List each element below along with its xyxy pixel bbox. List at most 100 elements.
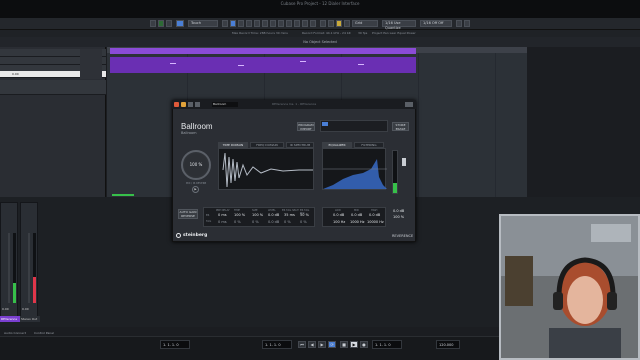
read-automation-icon[interactable] [188, 102, 193, 107]
scroll-indicator[interactable] [112, 194, 134, 196]
left-locator-display[interactable]: 1. 1. 1. 0 [160, 340, 190, 349]
auto-scroll-icon[interactable] [320, 20, 326, 27]
er-label: ER [206, 214, 210, 217]
param-b-value[interactable]: 0 ms [218, 220, 227, 224]
eq-high-gain[interactable]: 0.0 dB [369, 213, 380, 217]
eq-spectrum [323, 159, 387, 189]
write-automation-icon[interactable] [195, 102, 200, 107]
quantize-settings-icon[interactable] [456, 20, 462, 27]
inspector-row[interactable] [0, 87, 106, 95]
rewind-icon[interactable]: ◀ [308, 341, 316, 348]
play-mini-button[interactable] [158, 20, 164, 27]
tool-draw-icon[interactable] [286, 20, 292, 27]
right-locator-display[interactable]: 1. 1. 1. 0 [372, 340, 402, 349]
tool-play-icon[interactable] [302, 20, 308, 27]
auto-gain-button[interactable]: AUTO GAIN REVERSE [178, 209, 198, 219]
channel-fader[interactable] [28, 233, 30, 303]
size-value[interactable]: 100 % [252, 213, 263, 217]
midi-event[interactable] [110, 57, 416, 73]
output-fader-handle[interactable] [402, 158, 406, 166]
tool-zoom-icon[interactable] [262, 20, 268, 27]
level-value[interactable]: 0.0 dB [268, 213, 279, 217]
channel-fader[interactable] [8, 233, 10, 303]
preset-subtitle: Ballroom [181, 131, 197, 135]
midi-note [238, 65, 244, 66]
preset-field[interactable]: Ballroom [212, 102, 238, 107]
go-to-start-icon[interactable]: ⏮ [298, 341, 306, 348]
grid-type-select[interactable]: Grid [352, 20, 378, 27]
channel-value: 0.00 [2, 307, 9, 311]
audio-connect-label[interactable]: Audio Connect [4, 331, 26, 335]
eq-mid-freq[interactable]: 1000 Hz [350, 220, 365, 224]
program-slot-active[interactable] [322, 122, 328, 126]
quantize-select[interactable]: 1/16 Use Quantize [382, 20, 416, 30]
cycle-icon[interactable]: ⟳ [328, 341, 336, 348]
activate-project-button[interactable] [150, 20, 156, 27]
play-icon[interactable]: ▶ [350, 341, 358, 348]
grid-line [495, 53, 496, 197]
param-b-value[interactable]: 0 % [300, 220, 307, 224]
mix-knob[interactable]: 100 % [181, 150, 211, 180]
tool-range-icon[interactable] [230, 20, 236, 27]
forward-icon[interactable]: ▶ [318, 341, 326, 348]
eq-mid-gain[interactable]: 0.0 dB [351, 213, 362, 217]
play-ir-button[interactable]: ▶ [192, 186, 199, 193]
eq-low-gain[interactable]: 0.0 dB [333, 213, 344, 217]
color-icon[interactable] [464, 20, 470, 27]
primary-time-display[interactable]: 1. 1. 1. 0 [262, 340, 292, 349]
mixer-channel[interactable]: 0.00 [20, 202, 38, 320]
control-panel-label[interactable]: Control Panel [34, 331, 54, 335]
pan-law[interactable]: Project Pan Law: Equal Power [372, 31, 416, 35]
eq-params-panel: LOW 0.0 dB MID 0.0 dB HIGH 0.0 dB 100 Hz… [322, 207, 386, 227]
cycle-range-bar[interactable] [110, 48, 416, 54]
channel-name[interactable]: Stereo Out [20, 316, 40, 322]
plugin-header: Ballroom REVerence Ins. 1 - REVerence [172, 100, 416, 109]
snap-icon[interactable] [328, 20, 334, 27]
import-label: IMPORT [300, 127, 312, 131]
snap-on-icon[interactable] [336, 20, 342, 27]
stop-icon[interactable]: ■ [340, 341, 348, 348]
param-b-value[interactable]: 0 % [284, 220, 291, 224]
tool-glue-icon[interactable] [246, 20, 252, 27]
record-mini-button[interactable] [166, 20, 172, 27]
tool-mute-icon[interactable] [270, 20, 276, 27]
param-label: TIME [234, 209, 241, 212]
record-format[interactable]: Record Format: 44.1 kHz - 24 bit [302, 31, 351, 35]
tool-line-icon[interactable] [294, 20, 300, 27]
plugin-settings-icon[interactable] [405, 102, 413, 107]
monitor-button[interactable] [176, 20, 184, 27]
tool-comp-icon[interactable] [310, 20, 316, 27]
program-matrix[interactable] [320, 120, 388, 132]
tool-time-warp-icon[interactable] [278, 20, 284, 27]
bypass-icon[interactable] [181, 102, 186, 107]
param-b-value[interactable]: 0.0 dB [268, 220, 279, 224]
param-b-value[interactable]: 0 % [234, 220, 241, 224]
tool-erase-icon[interactable] [254, 20, 260, 27]
record-icon[interactable]: ● [360, 341, 368, 348]
store-button[interactable]: STORE ERASE [392, 122, 409, 131]
output-gain-value[interactable]: 0.0 dB [393, 209, 404, 213]
tempo-display[interactable]: 120.000 [436, 340, 460, 349]
power-icon[interactable] [174, 102, 179, 107]
eq-high-freq[interactable]: 10000 Hz [367, 220, 384, 224]
tool-object-select-icon[interactable] [222, 20, 228, 27]
eq-label: MID [354, 209, 359, 212]
eq-low-freq[interactable]: 100 Hz [333, 220, 345, 224]
mixer-channel[interactable]: 0.00 [0, 202, 18, 320]
tool-split-icon[interactable] [238, 20, 244, 27]
frame-rate[interactable]: 30 fps [358, 31, 367, 35]
param-b-value[interactable]: 0 % [252, 220, 259, 224]
output-mix-value[interactable]: 100 % [393, 215, 404, 219]
time-value[interactable]: 100 % [234, 213, 245, 217]
snap-type-icon[interactable] [344, 20, 350, 27]
param-label: ER TAIL SPLIT [282, 209, 299, 212]
er-split-value[interactable]: 35 ms [284, 213, 295, 217]
pre-delay-value[interactable]: 0 ms [218, 213, 227, 217]
program-button[interactable]: PROGRAM IMPORT [297, 122, 315, 131]
selected-track-value: 0.00 [12, 72, 19, 76]
inspector-panel: 0.00 [0, 47, 106, 197]
er-mix-value[interactable]: 50 % [300, 213, 309, 217]
automation-mode-select[interactable]: Touch [188, 20, 218, 27]
channel-name[interactable]: REVerence [0, 316, 20, 322]
quantize-value-select[interactable]: 1/16 Off Off [420, 20, 452, 27]
